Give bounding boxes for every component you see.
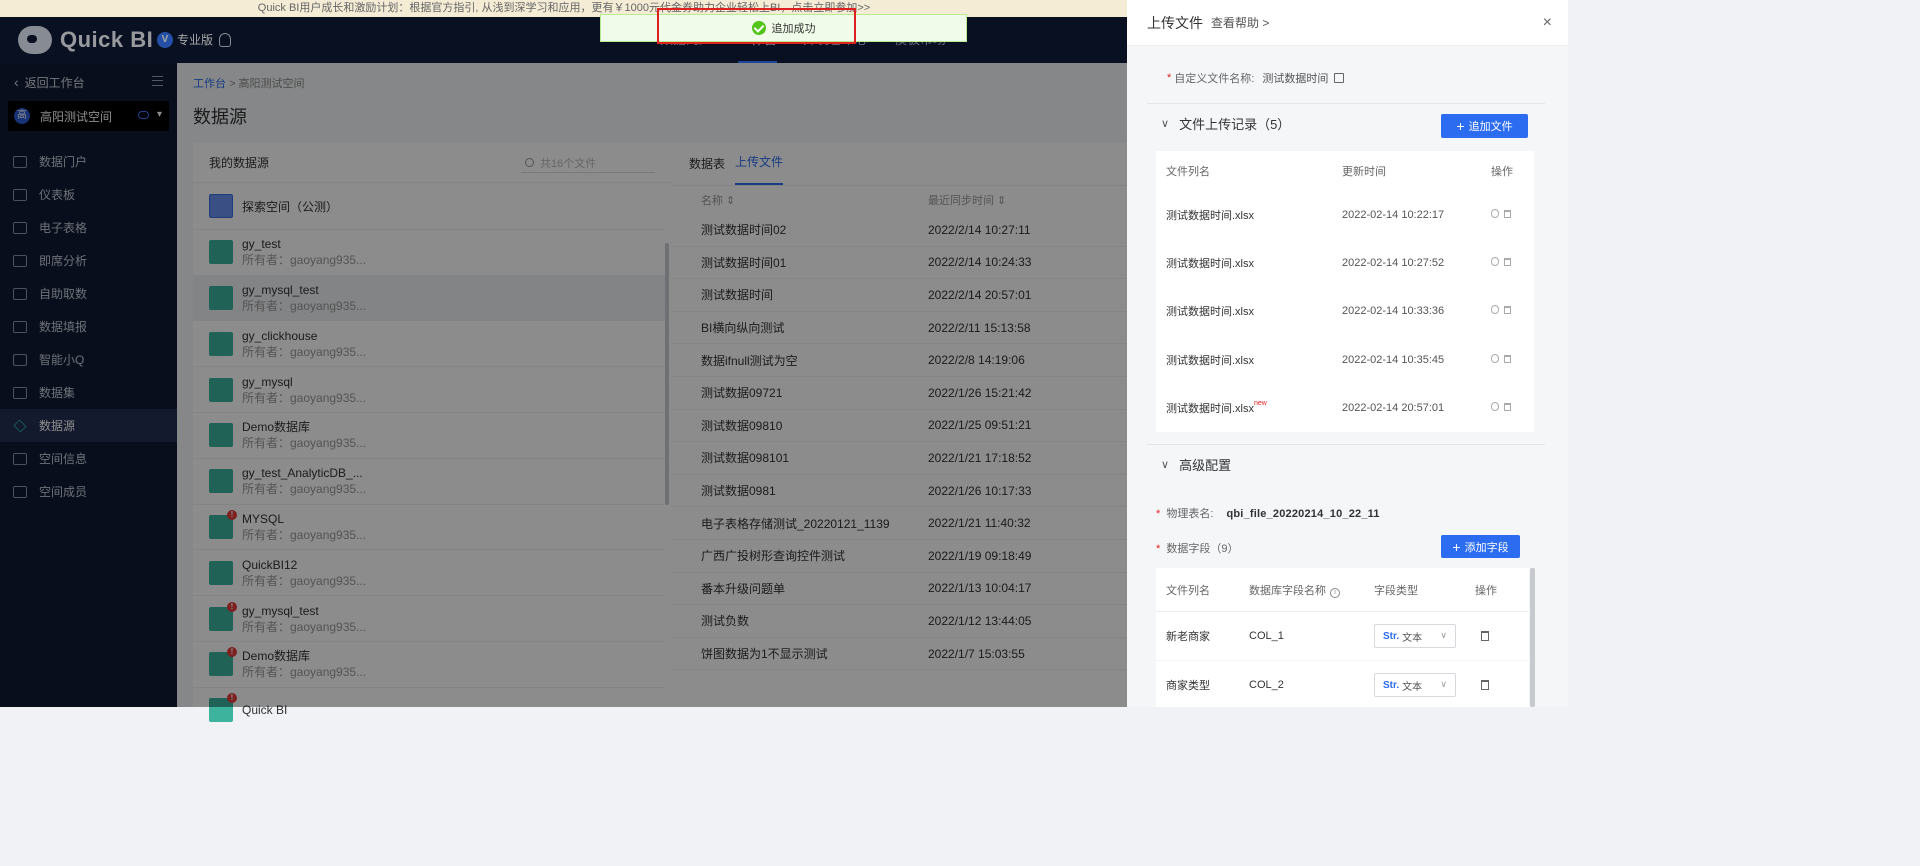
record-file-name: 测试数据时间.xlsx [1166, 306, 1254, 319]
col-file-column: 文件列名 [1166, 166, 1210, 178]
record-actions [1491, 305, 1511, 317]
table-row: 新老商家 COL_1 Str. 文本 ∨ [1156, 612, 1529, 661]
delete-icon[interactable] [1504, 402, 1511, 411]
upload-records-table: 文件列名 更新时间 操作 测试数据时间.xlsx 2022-02-14 10:22… [1156, 151, 1534, 432]
record-actions [1491, 209, 1511, 221]
info-icon[interactable]: i [1330, 587, 1340, 598]
file-name-value: 测试数据时间 [1262, 73, 1329, 85]
phys-value: qbi_file_20220214_10_22_11 [1226, 508, 1380, 520]
chevron-down-icon: ∨ [1440, 630, 1447, 640]
field-type-select[interactable]: Str. 文本 ∨ [1374, 673, 1456, 697]
delete-icon[interactable] [1504, 258, 1511, 267]
fields-label: 数据字段（9） [1166, 543, 1239, 555]
record-file-name: 测试数据时间.xlsx [1166, 258, 1254, 271]
table-row: 测试数据时间.xlsx 2022-02-14 10:33:36 [1156, 287, 1534, 335]
plus-icon: + [1452, 538, 1461, 555]
type-label: 文本 [1402, 681, 1423, 693]
divider [1147, 103, 1545, 104]
fields-scrollbar[interactable] [1530, 568, 1535, 707]
drawer-header: 上传文件 查看帮助 > × [1127, 0, 1568, 46]
divider [1147, 444, 1545, 445]
advanced-title: 高级配置 [1179, 458, 1232, 473]
table-row: 商家类型 COL_2 Str. 文本 ∨ [1156, 661, 1529, 707]
col-file-column: 文件列名 [1166, 584, 1210, 597]
chevron-down-icon: ∨ [1440, 679, 1447, 689]
delete-icon[interactable] [1504, 354, 1511, 363]
data-fields-label: * 数据字段（9） [1156, 540, 1238, 556]
type-tag: Str. [1383, 679, 1400, 691]
col-db-field: 数据库字段名称 i [1249, 582, 1340, 598]
record-time: 2022-02-14 10:27:52 [1342, 257, 1445, 270]
record-file-name: 测试数据时间.xlsx [1166, 354, 1254, 367]
file-name-label: 自定义文件名称: [1174, 73, 1255, 85]
chevron-down-icon: ∨ [1161, 459, 1170, 471]
physical-table-name: * 物理表名: qbi_file_20220214_10_22_11 [1156, 505, 1380, 521]
required-mark: * [1156, 543, 1161, 555]
table-row: 测试数据时间.xlsxnew 2022-02-14 20:57:01 [1156, 384, 1534, 432]
delete-icon[interactable] [1481, 680, 1489, 690]
table-row: 测试数据时间.xlsx 2022-02-14 10:22:17 [1156, 191, 1534, 239]
record-actions [1491, 353, 1511, 366]
add-field-button[interactable]: + 添加字段 [1441, 535, 1520, 558]
delete-icon[interactable] [1504, 210, 1511, 219]
fields-table-header: 文件列名 数据库字段名称 i 字段类型 操作 [1156, 568, 1529, 612]
replace-icon[interactable] [1491, 401, 1499, 411]
col-field-type: 字段类型 [1374, 584, 1418, 597]
field-db-name: COL_1 [1249, 630, 1284, 642]
drawer-title: 上传文件 [1147, 14, 1203, 31]
col-update-time: 更新时间 [1342, 166, 1386, 178]
close-icon[interactable]: × [1543, 14, 1552, 32]
records-table-header: 文件列名 更新时间 操作 [1156, 151, 1534, 191]
required-mark: * [1167, 72, 1172, 84]
col-actions: 操作 [1491, 166, 1513, 178]
phys-label: 物理表名: [1166, 508, 1214, 520]
table-row: 测试数据时间.xlsx 2022-02-14 10:35:45 [1156, 336, 1534, 384]
custom-file-name: * 自定义文件名称: 测试数据时间 [1167, 70, 1345, 86]
replace-icon[interactable] [1491, 257, 1499, 267]
upload-file-drawer: 上传文件 查看帮助 > × * 自定义文件名称: 测试数据时间 ∨ 文件上传记录… [1127, 0, 1568, 707]
required-mark: * [1156, 508, 1161, 520]
fields-table: 文件列名 数据库字段名称 i 字段类型 操作 新老商家 COL_1 Str. 文本 ∨… [1156, 568, 1529, 707]
help-link[interactable]: 查看帮助 > [1211, 14, 1269, 31]
col-actions: 操作 [1475, 584, 1497, 597]
records-section-toggle[interactable]: ∨ 文件上传记录（5） [1161, 114, 1290, 133]
drawer-body: * 自定义文件名称: 测试数据时间 ∨ 文件上传记录（5） + 追加文件 文件列… [1127, 46, 1568, 707]
field-db-name: COL_2 [1249, 679, 1284, 691]
replace-icon[interactable] [1491, 353, 1499, 363]
field-column-name: 商家类型 [1166, 680, 1210, 692]
chevron-down-icon: ∨ [1161, 118, 1170, 130]
col-db-field-label: 数据库字段名称 [1249, 584, 1326, 597]
add-file-button[interactable]: + 追加文件 [1441, 114, 1528, 138]
advanced-section-toggle[interactable]: ∨ 高级配置 [1161, 455, 1231, 474]
type-tag: Str. [1383, 630, 1400, 642]
record-actions [1491, 257, 1511, 269]
highlight-box [657, 8, 856, 44]
record-file-name: 测试数据时间.xlsxnew [1166, 400, 1267, 416]
record-time: 2022-02-14 10:22:17 [1342, 209, 1445, 222]
replace-icon[interactable] [1491, 209, 1499, 219]
field-column-name: 新老商家 [1166, 631, 1210, 643]
record-file-name-text: 测试数据时间.xlsx [1166, 402, 1254, 415]
plus-icon: + [1456, 118, 1465, 134]
delete-icon[interactable] [1504, 306, 1511, 315]
add-field-label: 添加字段 [1464, 541, 1509, 554]
table-row: 测试数据时间.xlsx 2022-02-14 10:27:52 [1156, 239, 1534, 287]
record-file-name: 测试数据时间.xlsx [1166, 210, 1254, 223]
record-time: 2022-02-14 10:35:45 [1342, 353, 1445, 366]
record-time: 2022-02-14 10:33:36 [1342, 305, 1445, 318]
record-time: 2022-02-14 20:57:01 [1342, 401, 1445, 414]
delete-icon[interactable] [1481, 631, 1489, 641]
record-actions [1491, 401, 1511, 414]
edit-icon[interactable] [1334, 73, 1345, 83]
add-file-label: 追加文件 [1468, 121, 1513, 133]
modal-mask[interactable] [0, 63, 1127, 707]
new-badge: new [1254, 399, 1267, 407]
replace-icon[interactable] [1491, 305, 1499, 315]
type-label: 文本 [1402, 632, 1423, 644]
field-type-select[interactable]: Str. 文本 ∨ [1374, 624, 1456, 648]
records-title: 文件上传记录（5） [1179, 117, 1291, 132]
